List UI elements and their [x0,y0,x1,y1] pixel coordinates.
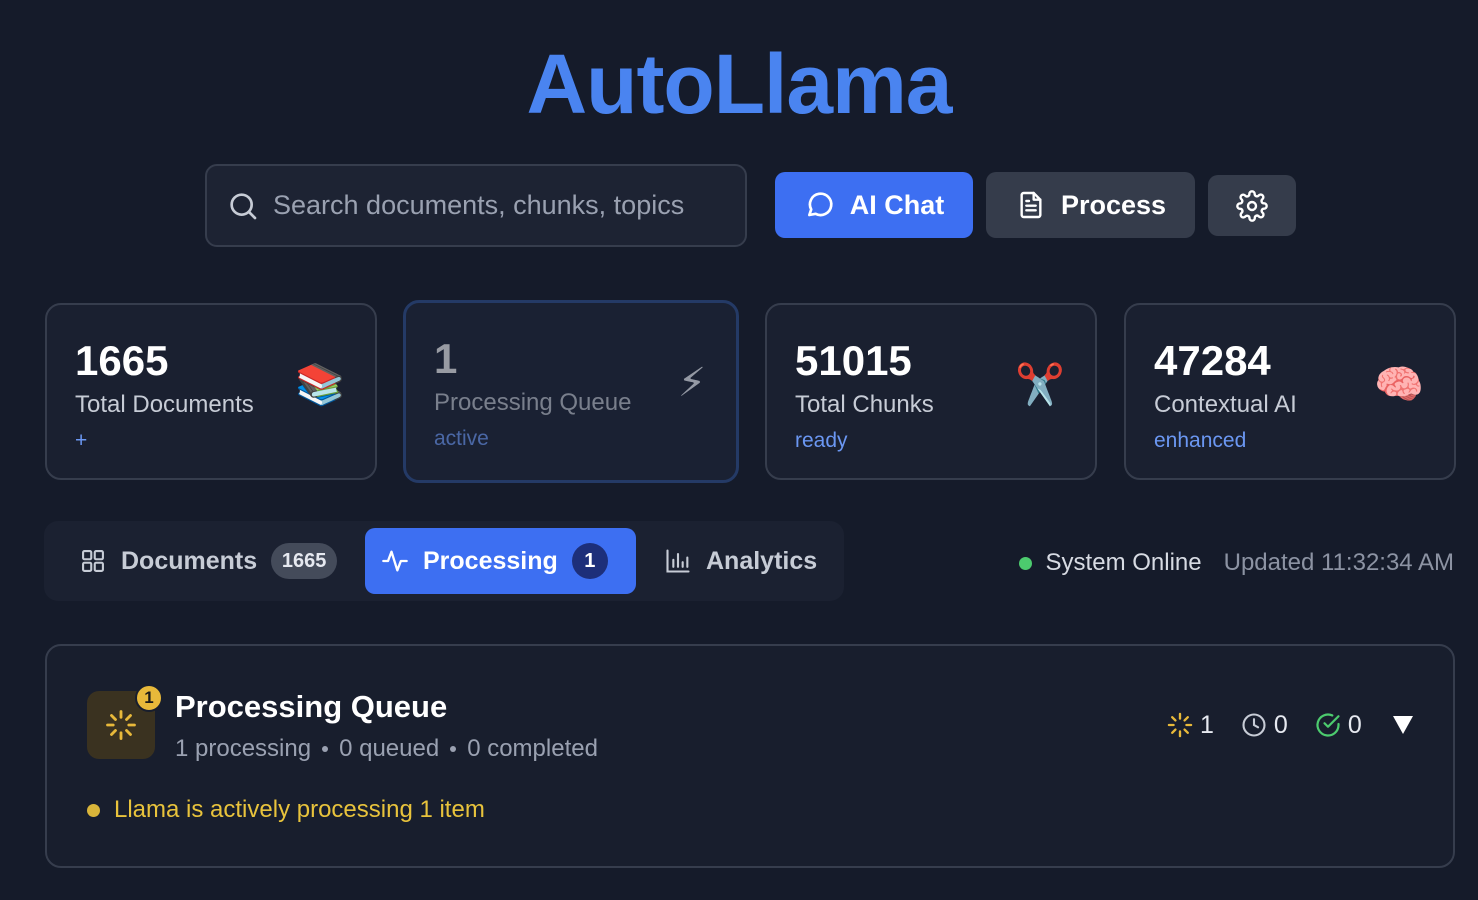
tab-analytics-label: Analytics [706,546,818,575]
tab-documents[interactable]: Documents 1665 [63,528,353,594]
counter-completed: 0 [1314,711,1362,740]
search-box[interactable] [205,164,747,247]
stat-card-processing-queue[interactable]: 1 Processing Queue active ⚡ [403,300,739,483]
stat-label: Processing Queue [434,389,632,416]
grid-icon [79,547,107,575]
brain-icon: 🧠 [1374,363,1424,407]
system-online-text: System Online [1045,549,1202,576]
spinner-icon [106,710,136,740]
tab-documents-label: Documents [121,546,258,575]
stat-label: Total Documents [75,391,254,418]
check-circle-icon [1316,713,1340,737]
queue-processing-text: 1 processing [175,735,312,762]
stat-value: 51015 [795,337,912,384]
counter-processing-value: 1 [1200,710,1214,739]
ai-chat-button[interactable]: AI Chat [775,172,973,238]
online-indicator [1018,556,1032,570]
counter-completed-value: 0 [1347,710,1362,739]
queue-queued-text: 0 queued [339,735,440,762]
collapse-toggle[interactable] [1390,712,1416,738]
queue-completed-text: 0 completed [467,735,598,762]
process-label: Process [1060,189,1167,220]
process-button[interactable]: Process [986,172,1195,238]
tab-processing[interactable]: Processing 1 [365,528,636,594]
tab-processing-count: 1 [571,543,608,579]
ai-chat-label: AI Chat [849,189,945,220]
stat-sub: + [75,429,88,452]
counter-queued-value: 0 [1273,710,1288,739]
stat-sub: enhanced [1154,429,1247,452]
gear-icon [1236,189,1268,222]
queue-title: Processing Queue [175,689,448,724]
stat-card-contextual-ai[interactable]: 47284 Contextual AI enhanced 🧠 [1124,303,1456,480]
system-status: System Online Updated 11:32:34 AM [1018,546,1454,580]
counter-queued: 0 [1240,711,1288,740]
stat-card-total-chunks[interactable]: 51015 Total Chunks ready ✂️ [765,303,1097,480]
lightning-icon: ⚡ [677,361,706,405]
queue-summary: 1 processing 0 queued 0 completed [175,735,598,763]
activity-icon [381,547,409,575]
last-updated-text: Updated 11:32:34 AM [1223,549,1454,576]
search-input[interactable] [273,190,743,221]
app-title: AutoLlama [526,37,952,131]
stat-value: 1665 [75,337,169,384]
books-icon: 📚 [295,363,345,407]
active-processing-text: Llama is actively processing 1 item [114,796,485,823]
document-icon [1015,189,1047,221]
separator-dot [450,746,457,752]
queue-counters: 1 0 0 [1166,708,1388,742]
tab-analytics[interactable]: Analytics [648,528,838,594]
separator-dot [322,746,329,752]
chat-bubble-icon [804,189,836,221]
tab-documents-count: 1665 [271,543,337,579]
bar-chart-icon [664,547,692,575]
stat-label: Total Chunks [795,391,934,418]
queue-count-badge: 1 [135,684,163,712]
stat-value: 1 [434,335,458,382]
stat-sub: ready [795,429,848,452]
stat-sub: active [434,427,489,450]
scissors-icon: ✂️ [1015,363,1065,407]
counter-processing: 1 [1166,711,1214,740]
tab-processing-label: Processing [423,546,558,575]
stat-label: Contextual AI [1154,391,1297,418]
clock-icon [1242,713,1266,737]
active-indicator [87,803,100,817]
settings-button[interactable] [1208,175,1296,236]
spinner-icon [1167,712,1193,738]
active-processing-message: Llama is actively processing 1 item [87,796,485,824]
stat-value: 47284 [1154,337,1271,384]
triangle-down-icon [1393,716,1413,734]
search-icon [230,192,257,219]
stat-card-total-documents[interactable]: 1665 Total Documents + 📚 [45,303,377,480]
